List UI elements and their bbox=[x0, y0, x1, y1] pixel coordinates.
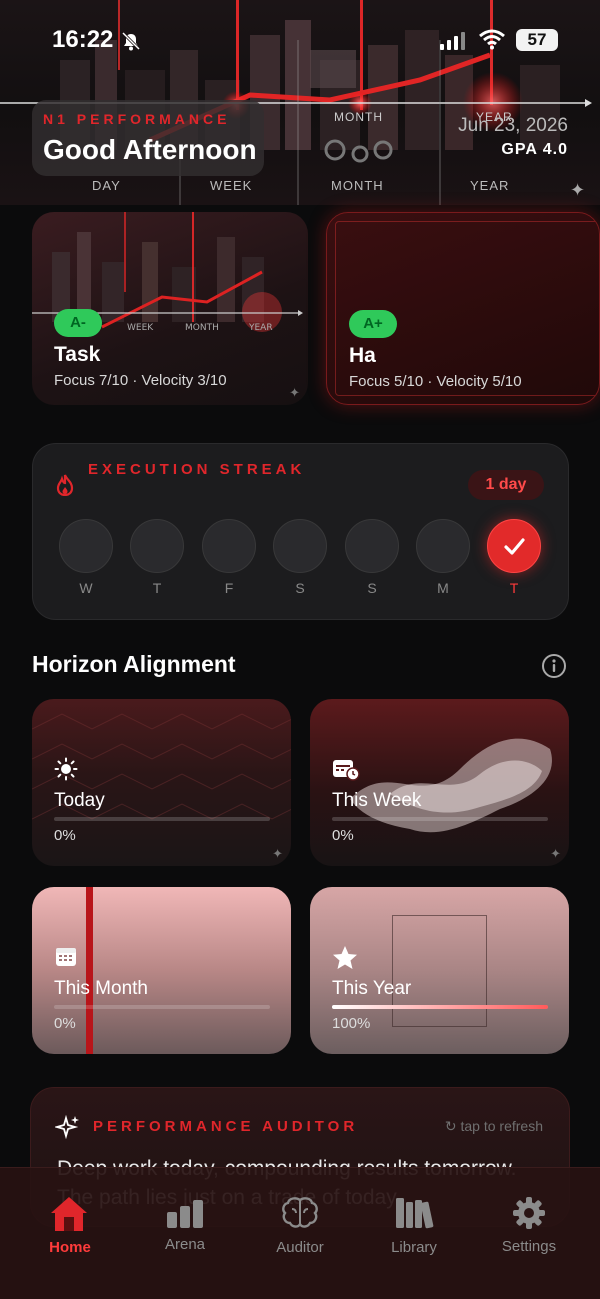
tab-label: Auditor bbox=[276, 1239, 324, 1256]
streak-day-label: S bbox=[295, 580, 305, 596]
horizon-percent: 0% bbox=[332, 827, 354, 844]
gpa-label: GPA 4.0 bbox=[501, 141, 568, 158]
refresh-label: tap to refresh bbox=[460, 1118, 544, 1134]
streak-day-label-today: T bbox=[509, 580, 519, 596]
progress-track bbox=[54, 817, 270, 821]
task-title: Ha bbox=[349, 344, 376, 367]
svg-text:✦: ✦ bbox=[570, 180, 585, 201]
streak-day-circle[interactable] bbox=[273, 519, 327, 573]
flame-icon bbox=[56, 474, 74, 496]
star-icon bbox=[333, 946, 357, 969]
progress-track bbox=[332, 1005, 548, 1009]
home-icon bbox=[51, 1197, 87, 1231]
status-bar: 16:22 57 bbox=[0, 26, 600, 56]
horizon-percent: 100% bbox=[332, 1015, 371, 1032]
tab-arena[interactable]: Arena bbox=[125, 1168, 245, 1278]
checkmark-icon bbox=[504, 538, 525, 555]
hero-banner: ✦ 16:22 57 MONTH YEAR N1 PERFORMANCE Goo… bbox=[0, 0, 600, 205]
task-card[interactable]: WEEK MONTH YEAR A- Task Focus 7/10 · Vel… bbox=[32, 212, 308, 405]
tab-label: Arena bbox=[164, 1236, 206, 1253]
gear-icon bbox=[513, 1197, 545, 1229]
streak-day-label: M bbox=[437, 580, 449, 596]
horizon-label: This Month bbox=[54, 978, 148, 999]
tab-label: Library bbox=[391, 1239, 437, 1256]
task-metrics: Focus 7/10 · Velocity 3/10 bbox=[54, 372, 227, 389]
streak-day-circle[interactable] bbox=[202, 519, 256, 573]
sparkles-icon bbox=[55, 1114, 79, 1140]
streak-day-label: S bbox=[367, 580, 377, 596]
streak-day-label: T bbox=[152, 580, 162, 596]
svg-text:YEAR: YEAR bbox=[248, 323, 273, 333]
hero-month-top-label: MONTH bbox=[334, 110, 383, 124]
sparkle-icon: ✦ bbox=[550, 846, 561, 861]
tab-library[interactable]: Library bbox=[354, 1168, 474, 1278]
task-title: Task bbox=[54, 343, 101, 366]
refresh-button[interactable]: ↻ tap to refresh bbox=[445, 1118, 543, 1135]
tab-auditor[interactable]: Auditor bbox=[240, 1168, 360, 1278]
hero-scale-week: WEEK bbox=[210, 178, 253, 193]
task-card[interactable]: A+ Ha Focus 5/10 · Velocity 5/10 bbox=[326, 212, 600, 405]
task-metrics: Focus 5/10 · Velocity 5/10 bbox=[349, 373, 522, 390]
bell-slash-icon bbox=[121, 31, 141, 51]
svg-text:MONTH: MONTH bbox=[185, 323, 219, 333]
refresh-icon: ↻ bbox=[444, 1118, 461, 1134]
horizon-card-month[interactable]: This Month 0% bbox=[32, 887, 291, 1054]
execution-streak-card: EXECUTION STREAK 1 day W T F S S M T bbox=[32, 443, 569, 620]
red-stripe-decoration bbox=[86, 887, 93, 1054]
streak-title: EXECUTION STREAK bbox=[88, 461, 306, 478]
sun-icon bbox=[54, 757, 78, 781]
battery-indicator: 57 bbox=[516, 29, 558, 51]
sparkle-icon: ✦ bbox=[289, 385, 300, 400]
grade-badge: A+ bbox=[349, 310, 397, 338]
books-icon bbox=[396, 1198, 434, 1229]
progress-track bbox=[54, 1005, 270, 1009]
progress-fill bbox=[332, 1005, 548, 1009]
brain-icon bbox=[282, 1197, 318, 1228]
horizon-card-today[interactable]: Today 0% ✦ bbox=[32, 699, 291, 866]
hero-date: Jun 23, 2026 bbox=[458, 115, 568, 136]
auditor-title: PERFORMANCE AUDITOR bbox=[93, 1118, 359, 1135]
tab-home[interactable]: Home bbox=[10, 1168, 130, 1278]
horizon-section-title: Horizon Alignment bbox=[32, 651, 236, 677]
status-time: 16:22 bbox=[52, 26, 114, 53]
cellular-signal-icon bbox=[440, 32, 465, 50]
bottom-tab-bar: Home Arena Auditor Library Settings bbox=[0, 1167, 600, 1299]
horizon-percent: 0% bbox=[54, 1015, 76, 1032]
horizon-percent: 0% bbox=[54, 827, 76, 844]
horizon-label: This Week bbox=[332, 790, 422, 811]
sparkle-icon: ✦ bbox=[272, 846, 283, 861]
streak-day-circle[interactable] bbox=[416, 519, 470, 573]
greeting-title: Good Afternoon bbox=[43, 134, 257, 165]
horizon-label: Today bbox=[54, 790, 105, 811]
grade-badge: A- bbox=[54, 309, 102, 337]
streak-day-circle[interactable] bbox=[345, 519, 399, 573]
hero-scale-year: YEAR bbox=[470, 178, 510, 193]
brand-label: N1 PERFORMANCE bbox=[43, 111, 231, 127]
card-frame bbox=[335, 221, 599, 396]
tab-settings[interactable]: Settings bbox=[469, 1168, 589, 1278]
calendar-clock-icon bbox=[333, 760, 360, 781]
hero-scale-month: MONTH bbox=[331, 178, 384, 193]
wifi-icon bbox=[479, 29, 505, 50]
bar-chart-icon bbox=[167, 1200, 203, 1228]
streak-day-circle-today[interactable] bbox=[487, 519, 541, 573]
tab-label: Home bbox=[49, 1239, 91, 1256]
progress-track bbox=[332, 817, 548, 821]
hero-scale-day: DAY bbox=[92, 178, 121, 193]
tab-label: Settings bbox=[501, 1238, 557, 1255]
frame-decoration bbox=[392, 915, 487, 1027]
streak-day-circle[interactable] bbox=[130, 519, 184, 573]
streak-day-circle[interactable] bbox=[59, 519, 113, 573]
svg-text:WEEK: WEEK bbox=[127, 323, 154, 333]
info-icon[interactable] bbox=[541, 653, 567, 679]
horizon-label: This Year bbox=[332, 978, 412, 999]
streak-count-badge: 1 day bbox=[468, 470, 544, 500]
streak-day-label: F bbox=[224, 580, 234, 596]
streak-day-label: W bbox=[79, 580, 93, 596]
calendar-icon bbox=[56, 948, 76, 966]
horizon-card-year[interactable]: This Year 100% bbox=[310, 887, 569, 1054]
horizon-card-week[interactable]: This Week 0% ✦ bbox=[310, 699, 569, 866]
